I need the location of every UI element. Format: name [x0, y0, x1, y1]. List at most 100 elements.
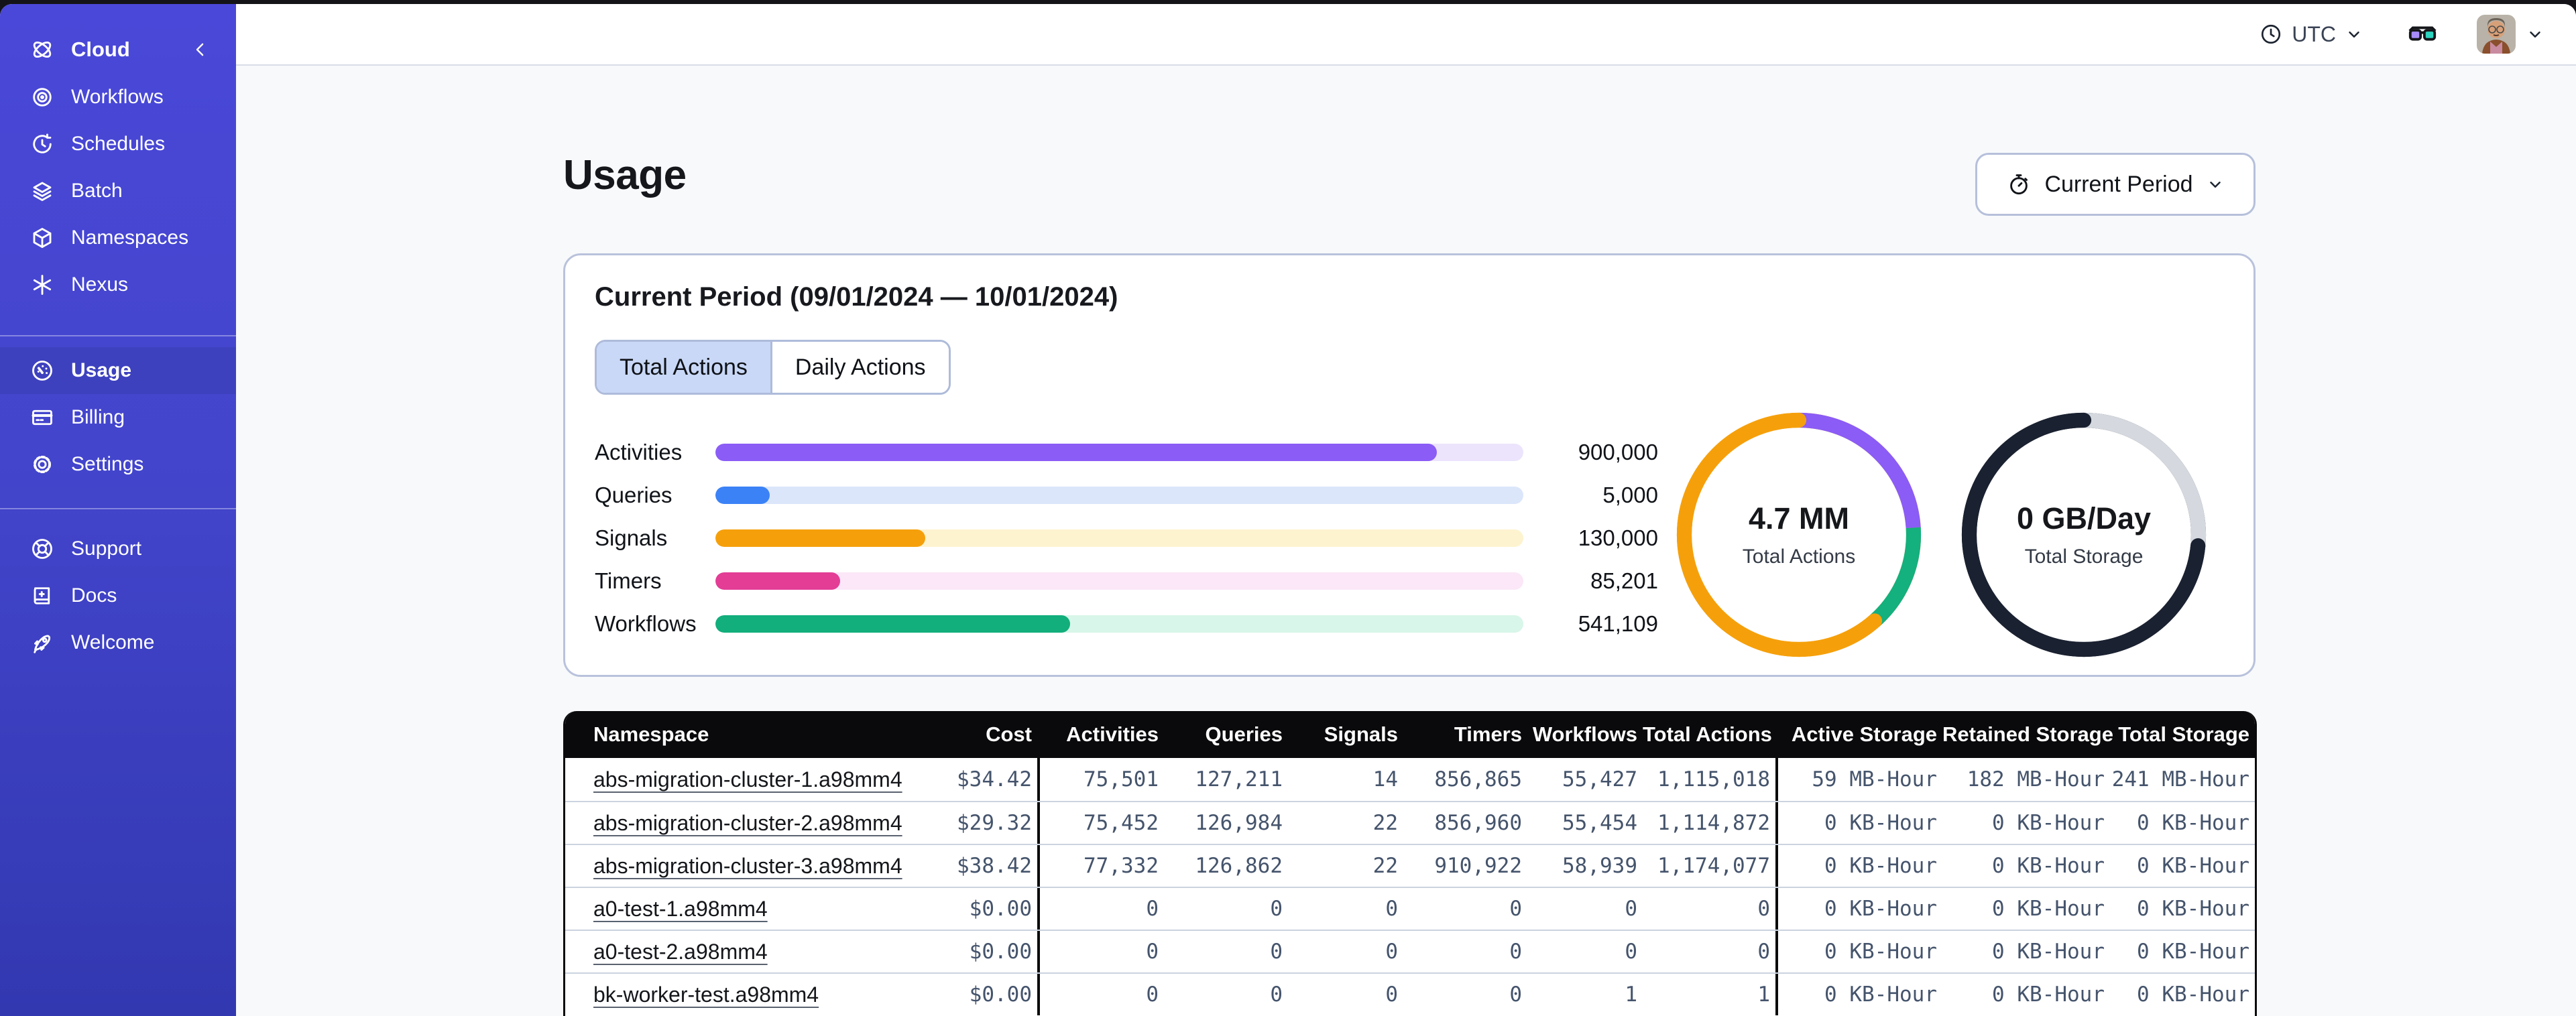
cell-queries: 0	[1270, 897, 1283, 921]
bar-track	[715, 529, 1523, 547]
column-header-cost: Cost	[986, 722, 1032, 746]
bar-track	[715, 487, 1523, 504]
sidebar-item-workflows[interactable]: Workflows	[0, 74, 236, 121]
total-actions-donut: 4.7 MM Total Actions	[1672, 407, 1926, 662]
sidebar-item-label: Billing	[71, 406, 125, 428]
sidebar-item-label: Support	[71, 537, 142, 560]
sidebar-item-label: Workflows	[71, 86, 164, 108]
cell-queries: 126,984	[1195, 811, 1283, 835]
cell-queries: 126,862	[1195, 854, 1283, 878]
cell-timers: 856,865	[1434, 767, 1522, 791]
sidebar-item-support[interactable]: Support	[0, 525, 236, 572]
nexus-icon	[30, 272, 55, 298]
user-avatar[interactable]	[2477, 15, 2516, 54]
cell-total_actions: 0	[1757, 940, 1770, 964]
namespace-link[interactable]: abs-migration-cluster-2.a98mm4	[593, 811, 902, 835]
tab-total-actions[interactable]: Total Actions	[597, 342, 770, 393]
timezone-selector[interactable]: UTC	[2260, 22, 2363, 47]
bar-value: 5,000	[1602, 483, 1658, 507]
gear-icon	[30, 452, 55, 477]
sidebar-item-label: Batch	[71, 180, 123, 202]
sidebar-item-batch[interactable]: Batch	[0, 168, 236, 214]
cell-activities: 0	[1146, 897, 1159, 921]
column-header-active_storage: Active Storage	[1791, 722, 1937, 746]
cell-workflows: 0	[1625, 940, 1637, 964]
cell-total_storage: 0 KB-Hour	[2137, 811, 2249, 835]
tab-daily-actions[interactable]: Daily Actions	[770, 342, 949, 393]
sidebar-item-docs[interactable]: Docs	[0, 572, 236, 619]
sidebar-item-label: Welcome	[71, 631, 155, 653]
cell-queries: 127,211	[1195, 767, 1283, 791]
total-storage-value: 0 GB/Day	[2016, 501, 2152, 535]
cell-cost: $0.00	[969, 940, 1032, 964]
namespace-link[interactable]: abs-migration-cluster-3.a98mm4	[593, 854, 902, 878]
total-storage-caption: Total Storage	[2024, 546, 2144, 568]
table-row: bk-worker-test.a98mm4 $0.00 0 0 0 0 1 1 0 KB-Hou…	[565, 972, 2255, 1015]
topbar: UTC	[236, 4, 2576, 66]
brand-label: Cloud	[71, 38, 130, 61]
column-header-activities: Activities	[1066, 722, 1159, 746]
total-actions-value: 4.7 MM	[1748, 501, 1850, 535]
sidebar-brand[interactable]: Cloud	[0, 27, 236, 72]
sidebar-item-welcome[interactable]: Welcome	[0, 619, 236, 666]
sidebar-item-usage[interactable]: Usage	[0, 347, 236, 394]
cell-activities: 75,501	[1084, 767, 1159, 791]
sidebar-item-label: Docs	[71, 584, 117, 607]
cell-signals: 0	[1385, 897, 1398, 921]
cell-workflows: 55,427	[1562, 767, 1637, 791]
bar-label: Workflows	[595, 611, 697, 636]
bar-fill	[715, 572, 840, 590]
cell-total_storage: 0 KB-Hour	[2137, 982, 2249, 1007]
column-header-workflows: Workflows	[1532, 722, 1637, 746]
bar-fill	[715, 615, 1070, 633]
namespaces-icon	[30, 225, 55, 251]
sidebar-item-schedules[interactable]: Schedules	[0, 121, 236, 168]
namespace-link[interactable]: bk-worker-test.a98mm4	[593, 982, 819, 1007]
sidebar-item-settings[interactable]: Settings	[0, 441, 236, 488]
total-actions-caption: Total Actions	[1742, 546, 1856, 568]
sidebar: Cloud Workflows Schedules Batch Namespaces N…	[0, 4, 236, 1016]
cell-activities: 75,452	[1084, 811, 1159, 835]
book-icon	[30, 583, 55, 609]
namespace-link[interactable]: abs-migration-cluster-1.a98mm4	[593, 767, 902, 791]
sidebar-divider	[0, 335, 236, 336]
cell-total_storage: 0 KB-Hour	[2137, 897, 2249, 921]
bar-label: Signals	[595, 525, 668, 550]
column-header-total_actions: Total Actions	[1643, 722, 1772, 746]
namespace-link[interactable]: a0-test-2.a98mm4	[593, 940, 768, 964]
cell-timers: 0	[1509, 982, 1522, 1007]
sidebar-item-nexus[interactable]: Nexus	[0, 261, 236, 308]
column-header-total_storage: Total Storage	[2118, 722, 2249, 746]
glasses-icon[interactable]	[2407, 19, 2438, 50]
main-content: Usage Current Period Current Period (09/…	[236, 67, 2576, 1016]
user-menu-chevron-down-icon[interactable]	[2526, 25, 2544, 43]
bar-value: 541,109	[1578, 611, 1658, 636]
sidebar-item-label: Nexus	[71, 273, 129, 296]
cell-workflows: 55,454	[1562, 811, 1637, 835]
sidebar-collapse-button[interactable]	[189, 38, 212, 61]
cell-workflows: 0	[1625, 897, 1637, 921]
sidebar-item-billing[interactable]: Billing	[0, 394, 236, 441]
sidebar-group-account: Usage Billing Settings	[0, 347, 236, 488]
sidebar-item-label: Settings	[71, 453, 144, 475]
table-row: abs-migration-cluster-3.a98mm4 $38.42 77,3…	[565, 844, 2255, 887]
namespace-link[interactable]: a0-test-1.a98mm4	[593, 897, 768, 921]
cell-timers: 0	[1509, 940, 1522, 964]
table-row: abs-migration-cluster-2.a98mm4 $29.32 75,4…	[565, 801, 2255, 844]
cell-active_storage: 0 KB-Hour	[1824, 982, 1937, 1007]
cell-queries: 0	[1270, 982, 1283, 1007]
bar-row-signals: Signals 130,000	[595, 517, 1661, 560]
cell-retained_storage: 0 KB-Hour	[1992, 854, 2105, 878]
bar-row-activities: Activities 900,000	[595, 431, 1661, 474]
cell-cost: $29.32	[957, 811, 1032, 835]
bar-fill	[715, 444, 1438, 461]
bar-value: 130,000	[1578, 525, 1658, 550]
cell-total_actions: 1,115,018	[1657, 767, 1770, 791]
sidebar-item-namespaces[interactable]: Namespaces	[0, 214, 236, 261]
clock-icon	[2260, 23, 2282, 46]
chevron-down-icon	[2207, 176, 2224, 193]
cell-cost: $38.42	[957, 854, 1032, 878]
current-period-card: Current Period (09/01/2024 — 10/01/2024)…	[563, 253, 2256, 677]
column-header-queries: Queries	[1205, 722, 1283, 746]
period-selector-button[interactable]: Current Period	[1975, 153, 2256, 216]
